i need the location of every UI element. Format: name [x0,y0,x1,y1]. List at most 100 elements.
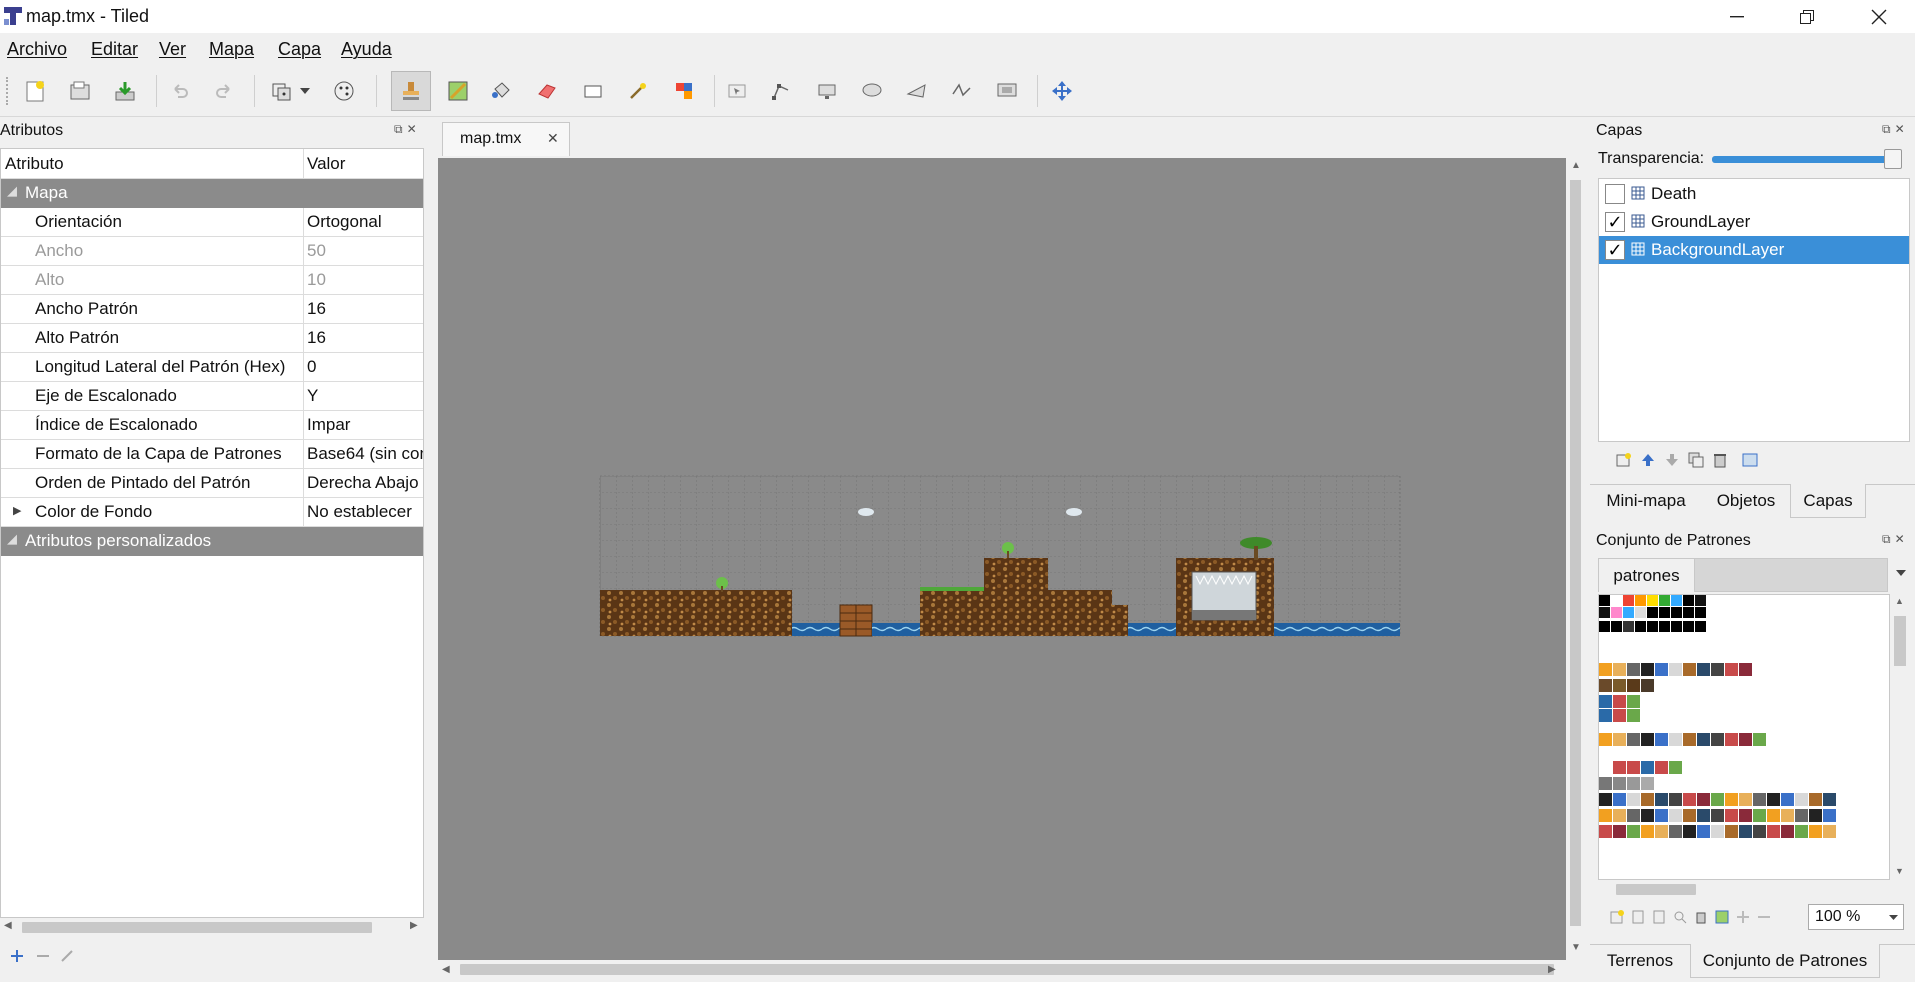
remove-tileset-icon[interactable] [1694,910,1708,924]
scroll-right-icon[interactable]: ▶ [410,920,418,931]
stamp-brush-button[interactable] [391,71,431,111]
scroll-down-icon[interactable]: ▼ [1895,866,1904,876]
restore-button[interactable] [1774,0,1840,33]
tab-terrains[interactable]: Terrenos [1590,944,1690,978]
insert-polygon-button[interactable] [902,76,932,106]
menu-capa[interactable]: Capa [278,39,321,60]
map-view[interactable] [438,158,1566,960]
attribute-value[interactable]: Impar [307,415,423,435]
scroll-thumb[interactable] [460,964,1554,975]
scroll-down-icon[interactable]: ▼ [1571,942,1581,953]
scroll-right-icon[interactable]: ▶ [1548,964,1556,975]
scroll-thumb[interactable] [22,922,372,933]
move-button[interactable] [1047,76,1077,106]
tileset-view[interactable] [1598,594,1890,880]
attribute-value[interactable]: 50 [307,241,423,261]
eraser-button[interactable] [532,76,562,106]
edit-terrain-icon[interactable] [1715,910,1729,924]
insert-ellipse-button[interactable] [857,76,887,106]
add-tiles-icon[interactable] [1736,910,1750,924]
scroll-left-icon[interactable]: ◀ [442,964,450,975]
layer-visibility-checkbox[interactable] [1605,184,1625,204]
layer-visibility-checkbox[interactable]: ✓ [1605,240,1625,260]
dock-float-close-buttons[interactable]: ⧉✕ [394,122,421,137]
scroll-thumb[interactable] [1570,180,1581,926]
attribute-value[interactable]: 16 [307,299,423,319]
menu-ayuda[interactable]: Ayuda [341,39,392,60]
attribute-row[interactable]: Orden de Pintado del Patrón Derecha Abajo [1,469,423,498]
close-window-button[interactable] [1846,0,1912,33]
insert-rectangle-button[interactable] [812,76,842,106]
add-attribute-button[interactable] [10,948,24,968]
layer-visibility-checkbox[interactable]: ✓ [1605,212,1625,232]
rename-attribute-button[interactable] [60,948,74,968]
remove-tiles-icon[interactable] [1757,910,1771,924]
terrain-brush-button[interactable] [443,76,473,106]
move-layer-down-icon[interactable] [1664,452,1680,468]
scroll-up-icon[interactable]: ▲ [1895,596,1904,606]
close-tab-icon[interactable]: ✕ [547,130,559,147]
select-same-tile-button[interactable] [669,76,699,106]
wang-dice-button[interactable] [329,76,359,106]
opacity-slider[interactable] [1712,149,1902,169]
new-map-button[interactable] [20,76,50,106]
attribute-row[interactable]: ▶ Color de Fondo No establecer [1,498,423,527]
toolbar-grip[interactable] [6,77,10,105]
attribute-row[interactable]: Ancho Patrón 16 [1,295,423,324]
duplicate-layer-icon[interactable] [1688,452,1704,468]
attribute-row[interactable]: Formato de la Capa de Patrones Base64 (si… [1,440,423,469]
editor-hscrollbar[interactable]: ◀ ▶ [438,960,1586,982]
scroll-thumb[interactable] [1616,884,1696,895]
group-custom-attributes[interactable]: ◢ Atributos personalizados [1,527,423,556]
tileset-menu-dropdown-icon[interactable] [1896,570,1906,576]
random-dropdown-button[interactable] [298,76,312,106]
layer-item-backgroundlayer[interactable]: ✓ BackgroundLayer [1599,236,1909,264]
attribute-row[interactable]: Índice de Escalonado Impar [1,411,423,440]
dock-float-close-buttons[interactable]: ⧉✕ [1882,122,1909,137]
tileset-vscrollbar[interactable]: ▲ ▼ [1890,594,1910,880]
export-tileset-icon[interactable] [1652,910,1666,924]
new-tileset-icon[interactable] [1610,910,1624,924]
tab-objects[interactable]: Objetos [1702,484,1790,518]
dock-float-close-buttons[interactable]: ⧉✕ [1882,532,1909,547]
insert-polyline-button[interactable] [947,76,977,106]
tileset-properties-icon[interactable] [1673,910,1687,924]
attribute-row[interactable]: Alto Patrón 16 [1,324,423,353]
tab-tileset-patrones[interactable]: patrones [1599,559,1695,592]
undo-button[interactable] [165,76,195,106]
rect-select-button[interactable] [578,76,608,106]
attribute-row[interactable]: Ancho 50 [1,237,423,266]
attributes-hscrollbar[interactable]: ◀ ▶ [0,918,424,936]
group-mapa[interactable]: ◢ Mapa [1,179,423,208]
zoom-select[interactable]: 100 % [1808,904,1904,930]
tileset-image[interactable] [1599,595,1890,880]
magic-wand-button[interactable] [623,76,653,106]
expand-arrow-icon[interactable]: ▶ [13,504,21,517]
import-tileset-icon[interactable] [1631,910,1645,924]
tab-minimap[interactable]: Mini-mapa [1590,484,1702,518]
attribute-value[interactable]: 16 [307,328,423,348]
delete-layer-icon[interactable] [1712,452,1728,468]
select-objects-button[interactable] [722,76,752,106]
tab-layers[interactable]: Capas [1790,484,1866,518]
layer-item-death[interactable]: Death [1599,180,1909,208]
menu-archivo[interactable]: Archivo [7,39,67,60]
attribute-row[interactable]: Eje de Escalonado Y [1,382,423,411]
save-file-button[interactable] [110,76,140,106]
random-dice-button[interactable] [266,76,296,106]
header-attribute[interactable]: Atributo [5,154,64,174]
scroll-thumb[interactable] [1894,616,1906,666]
bucket-fill-button[interactable] [486,76,516,106]
tab-tilesets[interactable]: Conjunto de Patrones [1690,944,1880,978]
map-canvas[interactable] [438,158,1566,960]
add-layer-icon[interactable] [1616,452,1632,468]
scroll-left-icon[interactable]: ◀ [4,920,12,931]
editor-vscrollbar[interactable]: ▲ ▼ [1566,158,1586,960]
edit-polygons-button[interactable] [767,76,797,106]
move-layer-up-icon[interactable] [1640,452,1656,468]
attribute-value[interactable]: 10 [307,270,423,290]
attribute-value[interactable]: 0 [307,357,423,377]
attribute-row[interactable]: Orientación Ortogonal [1,208,423,237]
layer-properties-icon[interactable] [1742,452,1758,468]
attribute-value[interactable]: Base64 (sin comprimir) [307,444,423,464]
